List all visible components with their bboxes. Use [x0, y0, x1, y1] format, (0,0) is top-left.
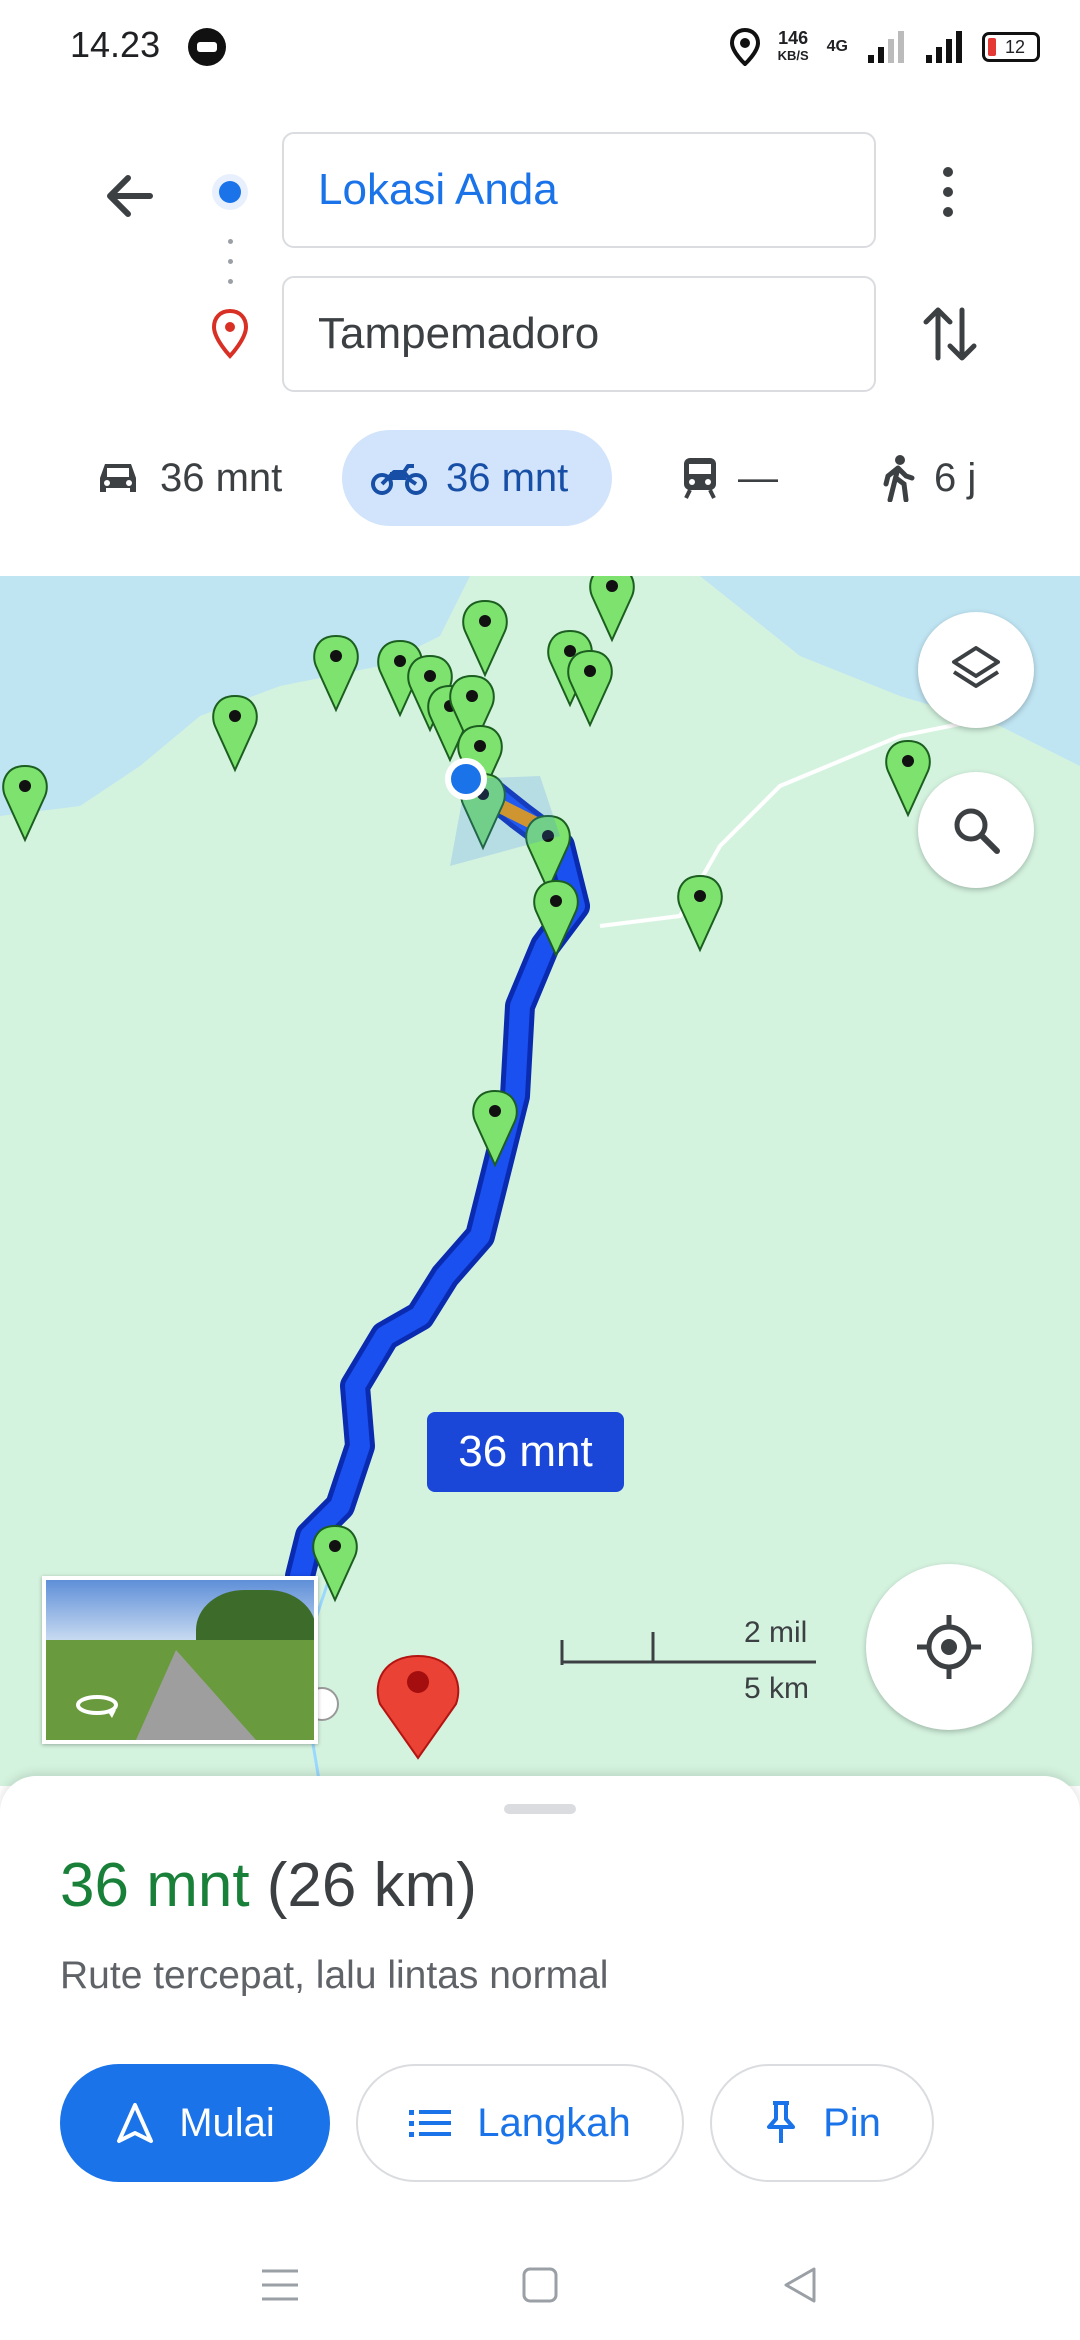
status-time: 14.23: [70, 24, 161, 65]
walk-icon: [883, 455, 915, 502]
system-nav-bar: [0, 2230, 1080, 2340]
green-pin[interactable]: [2, 764, 48, 843]
start-button[interactable]: Mulai: [60, 2064, 330, 2182]
green-pin[interactable]: [312, 1524, 358, 1603]
train-icon: [684, 458, 716, 499]
battery-icon: 12: [982, 32, 1040, 62]
scale-metric: 5 km: [744, 1672, 810, 1705]
travel-modes: 36 mnt 36 mnt — 6 j: [0, 430, 1080, 530]
search-button[interactable]: [918, 772, 1034, 888]
green-pin[interactable]: [212, 694, 258, 773]
layers-icon: [952, 646, 1000, 688]
swap-icon[interactable]: [920, 302, 980, 366]
signal-icon-2: [926, 31, 962, 63]
status-bar: 14.23 146 KB/S 4G 12: [0, 0, 1080, 96]
back-arrow-icon[interactable]: [100, 166, 160, 226]
list-icon: [409, 2110, 452, 2137]
route-time-label[interactable]: 36 mnt: [427, 1412, 624, 1492]
pin-button[interactable]: Pin: [710, 2064, 934, 2182]
rotate-360-icon: [76, 1695, 118, 1718]
motorcycle-icon: [371, 464, 427, 495]
route-dot: [228, 259, 233, 264]
mode-walk[interactable]: 6 j: [852, 430, 1012, 526]
destination-pin-icon: [211, 308, 249, 359]
route-eta: 36 mnt (26 km): [60, 1850, 477, 1921]
green-pin[interactable]: [567, 649, 613, 728]
network-type: 4G: [826, 38, 848, 55]
route-description: Rute tercepat, lalu lintas normal: [60, 1954, 609, 1997]
signal-icon: [868, 31, 904, 63]
notification-icon: [188, 28, 226, 66]
home-icon[interactable]: [520, 2265, 560, 2305]
network-speed: 146 KB/S: [777, 28, 809, 63]
destination-field[interactable]: Tampemadoro: [282, 276, 876, 392]
origin-dot-icon: [212, 174, 248, 210]
back-icon[interactable]: [780, 2265, 820, 2305]
sheet-drag-handle[interactable]: [504, 1804, 576, 1814]
green-pin[interactable]: [313, 634, 359, 713]
scale-imperial: 2 mil: [744, 1616, 808, 1649]
route-dot: [228, 239, 233, 244]
more-options-icon[interactable]: [924, 162, 972, 222]
green-pin[interactable]: [589, 576, 635, 643]
status-indicators: 146 KB/S 4G 12: [729, 22, 1040, 72]
search-icon: [954, 808, 1000, 854]
route-duration: 36 mnt: [60, 1851, 250, 1920]
location-icon: [729, 28, 760, 66]
navigation-arrow-icon: [117, 2103, 154, 2143]
route-distance: (26 km): [266, 1851, 477, 1920]
street-view-thumbnail[interactable]: [42, 1576, 318, 1744]
layers-button[interactable]: [918, 612, 1034, 728]
recenter-button[interactable]: [866, 1564, 1032, 1730]
menu-icon[interactable]: [260, 2267, 300, 2303]
car-icon: [100, 464, 136, 492]
origin-field[interactable]: Lokasi Anda: [282, 132, 876, 248]
route-dot: [228, 279, 233, 284]
mode-car[interactable]: 36 mnt: [66, 430, 326, 526]
my-location-dot[interactable]: [445, 758, 487, 800]
pin-icon: [767, 2101, 796, 2143]
steps-button[interactable]: Langkah: [356, 2064, 684, 2182]
crosshair-icon: [917, 1615, 981, 1679]
mode-transit[interactable]: —: [652, 430, 812, 526]
green-pin[interactable]: [462, 599, 508, 678]
mode-motorcycle[interactable]: 36 mnt: [342, 430, 612, 526]
green-pin[interactable]: [677, 874, 723, 953]
